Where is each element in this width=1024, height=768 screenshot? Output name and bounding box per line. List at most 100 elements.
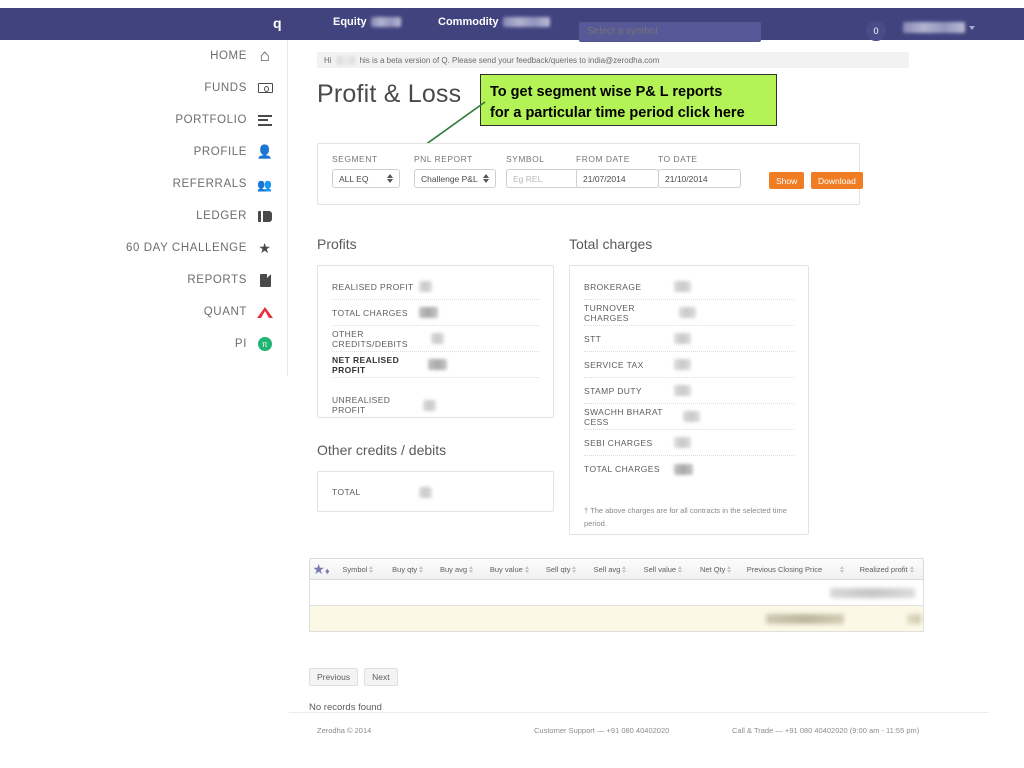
sidebar-item-home[interactable]: HOME (0, 40, 287, 72)
sidebar-item-pi[interactable]: PI π (0, 328, 287, 360)
sidebar-item-label: HOME (210, 50, 247, 62)
app-logo[interactable]: q (273, 13, 282, 33)
row-label: STAMP DUTY (584, 385, 642, 396)
nav-equity-value-redacted (370, 17, 401, 27)
footer-call-and-trade: Call & Trade — +91 080 40402020 (9:00 am… (732, 726, 920, 735)
table-column-buy-qty[interactable]: Buy qty (384, 565, 432, 574)
quant-icon (257, 306, 273, 318)
sidebar-item-label: PROFILE (193, 146, 247, 158)
segment-value: ALL EQ (339, 173, 369, 184)
table-column-previous-closing-price[interactable]: Previous Closing Price (741, 565, 851, 574)
table-column-buy-avg[interactable]: Buy avg (432, 565, 482, 574)
row-label: NET REALISED PROFIT (332, 354, 400, 375)
notice-name-redacted (336, 55, 355, 65)
column-label: Buy avg (439, 564, 468, 574)
sidebar-item-ledger[interactable]: LEDGER (0, 200, 287, 232)
to-date-input[interactable]: 21/10/2014 (658, 169, 741, 188)
funds-icon (257, 83, 273, 93)
sort-handle-icon[interactable]: ♦ (310, 561, 332, 578)
row-label: SEBI CHARGES (584, 437, 653, 448)
charges-row: SEBI CHARGES (584, 430, 794, 456)
chevron-down-icon (969, 25, 975, 30)
segment-label: SEGMENT (332, 154, 378, 164)
row-label: REALISED PROFIT (332, 281, 414, 292)
row-value-redacted (419, 307, 539, 318)
column-label: Sell avg (593, 564, 621, 574)
next-page-button[interactable]: Next (364, 668, 398, 686)
row-content-redacted (830, 588, 915, 598)
pnl-report-select[interactable]: Challenge P&L (414, 169, 496, 188)
profits-row: REALISED PROFIT (332, 274, 539, 300)
pnl-report-field: PNL REPORT Challenge P&L (414, 154, 496, 188)
sidebar-item-portfolio[interactable]: PORTFOLIO (0, 104, 287, 136)
charges-panel: BROKERAGE TURNOVER CHARGES STT SERVICE T… (569, 265, 809, 535)
nav-commodity[interactable]: Commodity (438, 16, 550, 28)
row-value-redacted (427, 359, 539, 370)
sidebar-item-reports[interactable]: REPORTS (0, 264, 287, 296)
table-column-sell-avg[interactable]: Sell avg (585, 565, 635, 574)
row-label: TURNOVER CHARGES (584, 302, 635, 323)
report-filter-card: SEGMENT ALL EQ PNL REPORT Challenge P&L … (317, 143, 863, 205)
column-label: Buy qty (392, 564, 418, 574)
table-column-sell-qty[interactable]: Sell qty (537, 565, 585, 574)
row-label: BROKERAGE (584, 281, 642, 292)
pi-icon: π (257, 337, 273, 351)
profile-icon (257, 144, 273, 160)
table-column-buy-value[interactable]: Buy value (481, 565, 537, 574)
charges-footnote: † The above charges are for all contract… (584, 506, 787, 528)
from-date-input[interactable]: 21/07/2014 (576, 169, 659, 188)
table-row[interactable] (309, 580, 924, 606)
ledger-icon (257, 210, 273, 222)
column-label: Sell value (643, 564, 677, 574)
symbol-label: SYMBOL (506, 154, 545, 164)
pnl-report-value: Challenge P&L (421, 173, 478, 184)
row-label: UNREALISED PROFIT (332, 395, 391, 415)
other-credits-row: TOTAL (332, 479, 539, 505)
top-navbar: q Equity Commodity 0 (0, 8, 1024, 42)
column-label: Realized profit (859, 564, 908, 574)
other-credits-panel: TOTAL (317, 471, 554, 512)
sidebar-item-referrals[interactable]: REFERRALS (0, 168, 287, 200)
sidebar-item-label: PI (234, 338, 247, 350)
previous-page-button[interactable]: Previous (309, 668, 359, 686)
sidebar-item-label: LEDGER (196, 210, 247, 222)
table-row[interactable] (309, 606, 924, 632)
sidebar-item-profile[interactable]: PROFILE (0, 136, 287, 168)
table-column-sell-value[interactable]: Sell value (635, 565, 691, 574)
table-column-net-qty[interactable]: Net Qty (691, 565, 741, 574)
profits-row: TOTAL CHARGES (332, 300, 539, 326)
annotation-callout: To get segment wise P& L reports for a p… (480, 74, 777, 126)
sidebar-item-60-day-challenge[interactable]: 60 DAY CHALLENGE (0, 232, 287, 264)
from-date-label: FROM DATE (576, 154, 630, 164)
nav-commodity-label: Commodity (438, 16, 499, 28)
to-date-field: TO DATE 21/10/2014 (658, 154, 741, 188)
profits-row: OTHER CREDITS/DEBITS (332, 326, 539, 352)
download-button[interactable]: Download (811, 172, 863, 189)
notification-badge[interactable]: 0 (866, 21, 886, 41)
symbol-input[interactable]: Eg REL (506, 169, 583, 188)
sidebar-item-quant[interactable]: QUANT (0, 296, 287, 328)
profits-row-unrealised: UNREALISED PROFIT (332, 392, 539, 418)
column-label: Previous Closing Price (746, 564, 823, 574)
row-value-redacted (674, 437, 794, 448)
row-value-redacted (423, 399, 539, 411)
pnl-report-label: PNL REPORT (414, 154, 473, 164)
user-menu[interactable] (903, 22, 975, 33)
table-column-symbol[interactable]: Symbol (332, 565, 384, 574)
row-label: TOTAL CHARGES (332, 307, 408, 318)
show-button[interactable]: Show (769, 172, 805, 189)
table-pagination: Previous Next (309, 668, 398, 686)
row-value-redacted (674, 281, 794, 292)
nav-equity[interactable]: Equity (333, 16, 401, 28)
table-column-realized-profit[interactable]: Realized profit (850, 565, 923, 574)
sort-icon (524, 565, 529, 573)
row-value-redacted (674, 333, 794, 344)
sort-icon (909, 565, 914, 573)
sidebar: HOME FUNDS PORTFOLIO PROFILE REFERRALS L… (0, 40, 288, 376)
row-content-redacted-2 (907, 614, 921, 624)
segment-select[interactable]: ALL EQ (332, 169, 400, 188)
charges-row-total: TOTAL CHARGES (584, 456, 794, 482)
symbol-search-input[interactable] (579, 22, 761, 42)
row-value-redacted (674, 359, 794, 370)
sidebar-item-funds[interactable]: FUNDS (0, 72, 287, 104)
